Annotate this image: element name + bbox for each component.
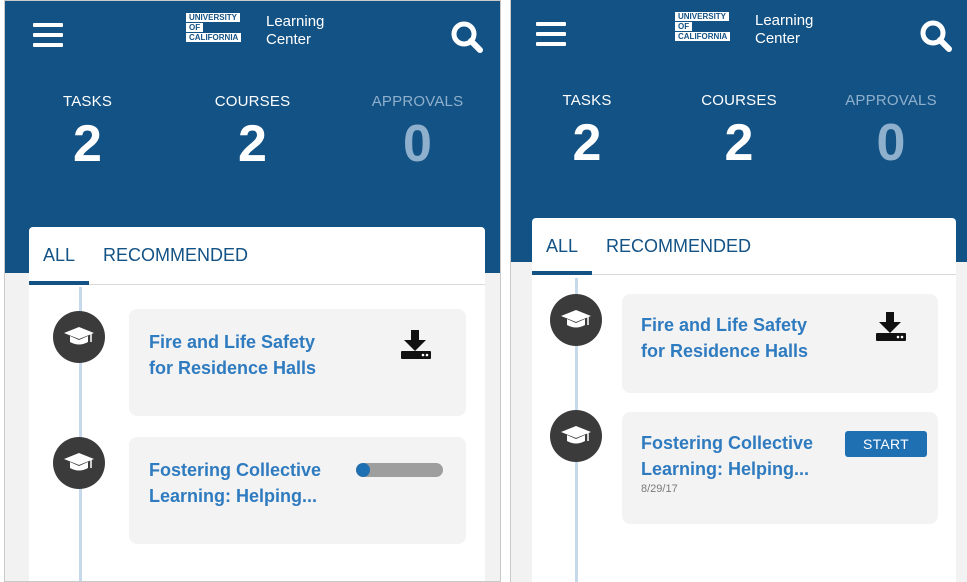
stats-row: TASKS 2 COURSES 2 APPROVALS 0 [511, 92, 967, 169]
stat-courses[interactable]: COURSES 2 [170, 93, 335, 170]
stat-approvals[interactable]: APPROVALS 0 [815, 92, 967, 169]
course-item-fostering-learning[interactable]: Fostering Collective Learning: Helping..… [622, 412, 938, 524]
university-logo: UNIVERSITY OF CALIFORNIA [186, 13, 256, 43]
download-icon[interactable] [874, 311, 908, 343]
app-title: Learning Center [755, 12, 814, 47]
course-item-fire-safety[interactable]: Fire and Life Safety for Residence Halls [129, 309, 466, 416]
stats-row: TASKS 2 COURSES 2 APPROVALS 0 [5, 93, 500, 170]
graduation-cap-icon [550, 410, 602, 462]
course-title[interactable]: Fire and Life Safety for Residence Halls [641, 312, 808, 364]
menu-icon[interactable] [536, 22, 566, 46]
tab-bar: ALL RECOMMENDED [531, 218, 956, 275]
course-title[interactable]: Fostering Collective Learning: Helping..… [149, 457, 321, 509]
menu-icon[interactable] [33, 23, 63, 47]
graduation-cap-icon [53, 311, 105, 363]
progress-fill [356, 463, 370, 477]
learning-card: ALL RECOMMENDED Fire and Life Safety for… [28, 227, 485, 581]
course-date: 8/29/17 [641, 483, 678, 495]
course-item-fostering-learning[interactable]: Fostering Collective Learning: Helping..… [129, 437, 466, 544]
university-logo: UNIVERSITY OF CALIFORNIA [675, 12, 745, 42]
stat-approvals[interactable]: APPROVALS 0 [335, 93, 500, 170]
start-button[interactable]: START [845, 431, 927, 457]
graduation-cap-icon [53, 437, 105, 489]
course-title[interactable]: Fostering Collective Learning: Helping..… [641, 430, 813, 482]
course-title[interactable]: Fire and Life Safety for Residence Halls [149, 329, 316, 381]
search-icon[interactable] [919, 19, 953, 53]
tab-recommended[interactable]: RECOMMENDED [606, 218, 751, 274]
tab-all[interactable]: ALL [531, 218, 593, 275]
stat-courses[interactable]: COURSES 2 [663, 92, 815, 169]
learning-card: ALL RECOMMENDED Fire and Life Safety for… [531, 218, 956, 582]
logo: UNIVERSITY OF CALIFORNIA Learning Center [186, 13, 324, 49]
tab-all[interactable]: ALL [28, 227, 90, 285]
stat-tasks[interactable]: TASKS 2 [5, 93, 170, 170]
logo: UNIVERSITY OF CALIFORNIA Learning Center [675, 12, 813, 48]
screen-2: UNIVERSITY OF CALIFORNIA Learning Center… [510, 0, 967, 582]
tab-recommended[interactable]: RECOMMENDED [103, 227, 248, 284]
course-progress-bar [356, 463, 443, 477]
tab-bar: ALL RECOMMENDED [28, 227, 485, 285]
app-title: Learning Center [266, 13, 325, 48]
search-icon[interactable] [450, 20, 484, 54]
download-icon[interactable] [399, 329, 433, 361]
stat-tasks[interactable]: TASKS 2 [511, 92, 663, 169]
course-item-fire-safety[interactable]: Fire and Life Safety for Residence Halls [622, 294, 938, 393]
graduation-cap-icon [550, 294, 602, 346]
screen-1: UNIVERSITY OF CALIFORNIA Learning Center… [4, 0, 501, 582]
